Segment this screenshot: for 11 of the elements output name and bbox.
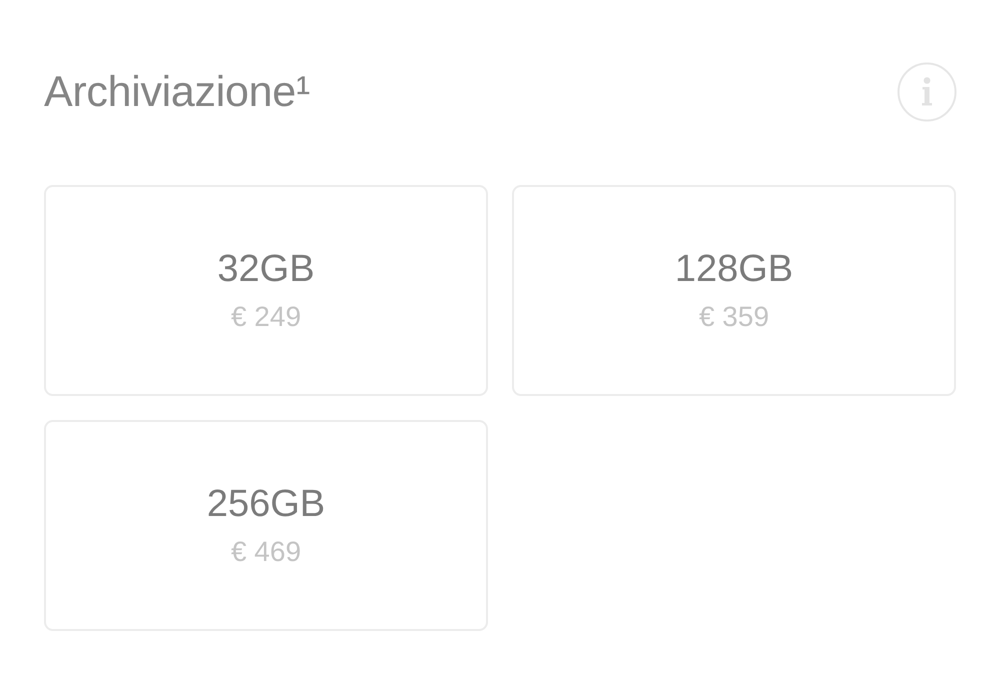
capacity-label: 128GB xyxy=(674,246,794,292)
price-label: € 249 xyxy=(230,300,302,334)
storage-option-card[interactable]: 32GB € 249 xyxy=(44,185,488,396)
storage-option-card[interactable]: 128GB € 359 xyxy=(512,185,956,396)
price-label: € 469 xyxy=(230,534,302,568)
capacity-label: 32GB xyxy=(217,246,315,292)
info-icon[interactable] xyxy=(897,62,957,122)
capacity-label: 256GB xyxy=(206,482,326,526)
section-title: Archiviazione¹ xyxy=(44,67,310,117)
price-label: € 359 xyxy=(698,300,770,334)
storage-option-card[interactable]: 256GB € 469 xyxy=(44,420,488,631)
